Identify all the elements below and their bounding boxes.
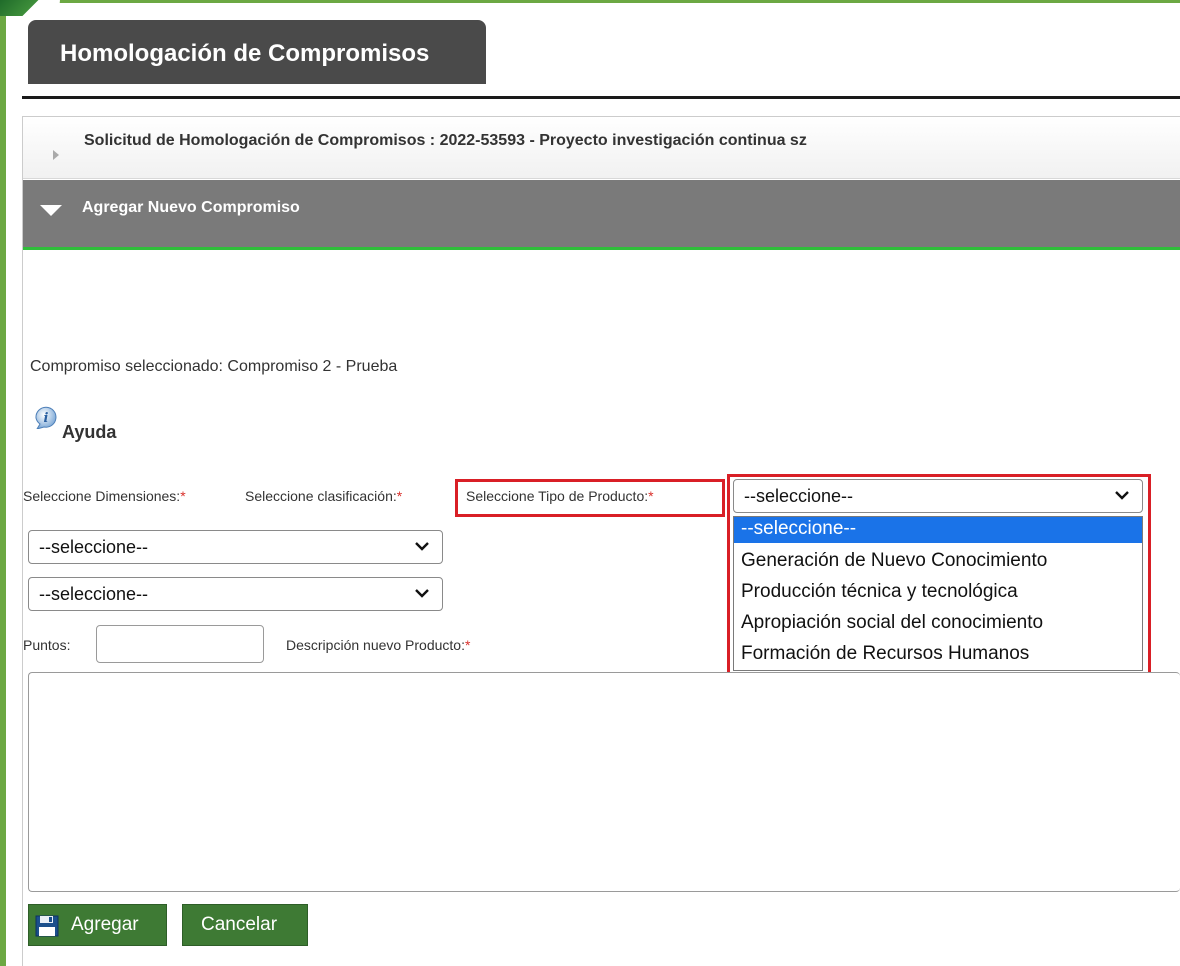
description-label-text: Descripción nuevo Producto: (286, 637, 465, 653)
classification-required-mark: * (396, 488, 403, 504)
annotation-highlight-label (455, 479, 725, 517)
dimensions-select-value: --seleccione-- (39, 537, 149, 557)
description-required-mark: * (465, 637, 471, 653)
accordion-add-title[interactable]: Agregar Nuevo Compromiso (82, 199, 300, 217)
add-button-label: Agregar (71, 914, 139, 935)
points-input[interactable] (96, 625, 264, 663)
floppy-disk-icon (35, 915, 59, 937)
annotation-highlight-select (727, 474, 1151, 684)
classification-label: Seleccione clasificación:* (245, 488, 402, 504)
cancel-button-label: Cancelar (201, 914, 278, 935)
info-icon[interactable]: i (32, 405, 60, 429)
brand-swoosh (0, 0, 60, 16)
page-title: Homologación de Compromisos (28, 20, 486, 84)
selected-commitment-text: Compromiso seleccionado: Compromiso 2 - … (30, 358, 398, 375)
description-label: Descripción nuevo Producto:* (286, 637, 470, 653)
dimensions-label: Seleccione Dimensiones:* (23, 488, 186, 504)
description-textarea[interactable] (28, 672, 1180, 892)
classification-select[interactable]: --seleccione-- (28, 577, 443, 611)
triangle-right-icon (53, 150, 59, 160)
dimensions-required-mark: * (180, 488, 186, 504)
accordion-request-title[interactable]: Solicitud de Homologación de Compromisos… (84, 132, 807, 150)
cancel-button[interactable]: Cancelar (182, 904, 308, 946)
dimensions-label-text: Seleccione Dimensiones: (23, 488, 181, 504)
chevron-down-icon (415, 589, 429, 598)
add-button[interactable]: Agregar (28, 904, 167, 946)
svg-text:i: i (44, 411, 49, 426)
page-title-text: Homologación de Compromisos (60, 40, 430, 67)
chevron-down-icon (415, 542, 429, 551)
triangle-down-icon (40, 205, 62, 216)
classification-select-value: --seleccione-- (39, 584, 149, 604)
points-label: Puntos: (23, 637, 71, 653)
dimensions-select[interactable]: --seleccione-- (28, 530, 443, 564)
title-divider (22, 96, 1180, 99)
classification-label-text: Seleccione clasificación: (245, 488, 397, 504)
help-link[interactable]: Ayuda (62, 422, 116, 443)
